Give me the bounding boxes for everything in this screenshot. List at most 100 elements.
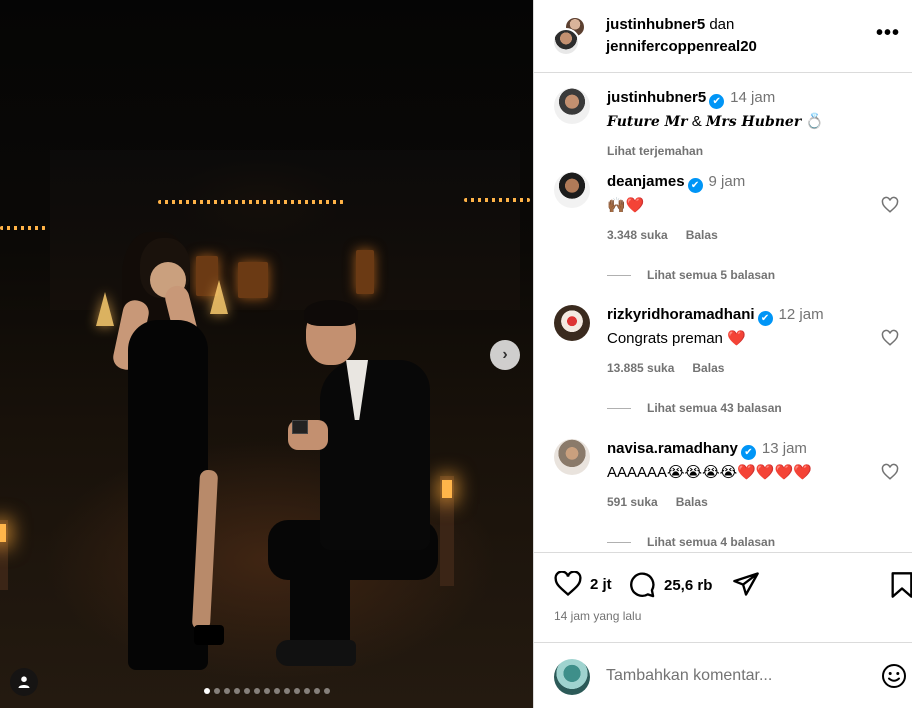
comment-meta: 13.885 suka Balas bbox=[607, 361, 724, 375]
lit-window bbox=[238, 262, 268, 298]
carousel-dot bbox=[263, 688, 270, 694]
post-actions: 2 jt 25,6 rb 14 jam yang lalu bbox=[534, 552, 912, 642]
man-shoe bbox=[276, 640, 356, 666]
string-lights bbox=[0, 226, 46, 230]
comment-text: 🙌🏾❤️ bbox=[607, 197, 645, 214]
carousel-dot bbox=[213, 688, 220, 694]
share-action bbox=[732, 571, 760, 597]
carousel-indicator bbox=[0, 688, 533, 694]
comment-meta: 3.348 suka Balas bbox=[607, 228, 718, 242]
caption-time[interactable]: 14 jam bbox=[730, 89, 775, 106]
view-replies-link[interactable]: Lihat semua 43 balasan bbox=[607, 401, 782, 415]
bookmark-icon[interactable] bbox=[890, 571, 912, 599]
reply-button[interactable]: Balas bbox=[676, 495, 708, 509]
comment-icon[interactable] bbox=[628, 571, 656, 599]
ring-emoji: 💍 bbox=[805, 113, 825, 130]
collab-avatars[interactable] bbox=[552, 16, 586, 56]
verified-badge-icon: ✔ bbox=[709, 94, 725, 109]
comment-item: rizkyridhoramadhani ✔ 12 jam Congrats prem… bbox=[554, 305, 899, 425]
comment-time[interactable]: 9 jam bbox=[709, 173, 746, 190]
lit-window bbox=[356, 250, 374, 294]
post-photo[interactable]: › bbox=[0, 0, 533, 708]
collab-usernames: justinhubner5 dan jennifercoppenreal20 bbox=[606, 14, 757, 58]
post-details-panel: justinhubner5 dan jennifercoppenreal20 •… bbox=[533, 0, 912, 708]
likes-count[interactable]: 2 jt bbox=[590, 576, 612, 593]
lit-tree bbox=[210, 280, 228, 314]
view-replies-link[interactable]: Lihat semua 4 balasan bbox=[607, 535, 775, 549]
save-action bbox=[890, 571, 912, 599]
like-action: 2 jt bbox=[554, 571, 612, 597]
header-username-1[interactable]: justinhubner5 bbox=[606, 16, 705, 33]
carousel-dot bbox=[283, 688, 290, 694]
comment-username[interactable]: navisa.ramadhany bbox=[607, 440, 738, 457]
comments-list: justinhubner5 ✔ 14 jam Future Mr & Mrs Hub… bbox=[534, 74, 912, 552]
avatar bbox=[552, 28, 580, 56]
comment-username[interactable]: deanjames bbox=[607, 173, 685, 190]
share-icon[interactable] bbox=[732, 571, 760, 597]
caption-text: Future Mr & Mrs Hubner 💍 bbox=[607, 113, 825, 130]
comment-username[interactable]: rizkyridhoramadhani bbox=[607, 306, 755, 323]
carousel-dot bbox=[253, 688, 260, 694]
like-comment-heart-icon[interactable] bbox=[881, 463, 899, 481]
garden-lamp bbox=[440, 476, 454, 586]
background-building bbox=[50, 150, 520, 310]
carousel-dot bbox=[243, 688, 250, 694]
translate-link[interactable]: Lihat terjemahan bbox=[607, 144, 703, 158]
man-leg bbox=[290, 560, 350, 650]
comment-text: Congrats preman ❤️ bbox=[607, 330, 746, 347]
header-connector: dan bbox=[709, 16, 735, 33]
comment-likes[interactable]: 13.885 suka bbox=[607, 361, 674, 375]
avatar[interactable] bbox=[554, 305, 590, 341]
carousel-dot bbox=[233, 688, 240, 694]
verified-badge-icon: ✔ bbox=[757, 311, 773, 326]
like-comment-heart-icon[interactable] bbox=[881, 196, 899, 214]
caption-username[interactable]: justinhubner5 bbox=[607, 89, 706, 106]
ring-box bbox=[292, 420, 308, 434]
avatar bbox=[554, 659, 590, 695]
carousel-dot bbox=[293, 688, 300, 694]
carousel-dot bbox=[203, 688, 210, 694]
like-comment-heart-icon[interactable] bbox=[881, 329, 899, 347]
comment-item: deanjames ✔ 9 jam 🙌🏾❤️ 3.348 suka Balas Lih… bbox=[554, 172, 899, 292]
garden-lamp bbox=[0, 520, 8, 590]
chevron-right-icon: › bbox=[502, 346, 508, 363]
comment-time[interactable]: 13 jam bbox=[762, 440, 807, 457]
carousel-dot bbox=[273, 688, 280, 694]
comments-count[interactable]: 25,6 rb bbox=[664, 577, 712, 594]
man-hair bbox=[304, 300, 358, 326]
comment-time[interactable]: 12 jam bbox=[779, 306, 824, 323]
user-tag-icon bbox=[18, 676, 30, 688]
avatar[interactable] bbox=[554, 439, 590, 475]
avatar[interactable] bbox=[554, 88, 590, 124]
reply-button[interactable]: Balas bbox=[692, 361, 724, 375]
header-username-2[interactable]: jennifercoppenreal20 bbox=[606, 36, 757, 58]
comment-action: 25,6 rb bbox=[628, 571, 712, 599]
post-caption: justinhubner5 ✔ 14 jam Future Mr & Mrs Hub… bbox=[554, 88, 899, 168]
emoji-icon[interactable] bbox=[881, 663, 907, 689]
post-header: justinhubner5 dan jennifercoppenreal20 •… bbox=[534, 0, 912, 73]
comment-likes[interactable]: 3.348 suka bbox=[607, 228, 668, 242]
posted-time[interactable]: 14 jam yang lalu bbox=[554, 609, 641, 623]
reply-button[interactable]: Balas bbox=[686, 228, 718, 242]
woman-shoe bbox=[194, 625, 224, 645]
lit-tree bbox=[96, 292, 114, 326]
comment-input[interactable] bbox=[606, 667, 856, 685]
carousel-dot bbox=[223, 688, 230, 694]
comment-item: navisa.ramadhany ✔ 13 jam AAAAAA😭😭😭😭❤️❤️❤️… bbox=[554, 439, 899, 552]
carousel-dot bbox=[323, 688, 330, 694]
comment-likes[interactable]: 591 suka bbox=[607, 495, 658, 509]
avatar[interactable] bbox=[554, 172, 590, 208]
man-suit bbox=[320, 360, 430, 550]
view-replies-link[interactable]: Lihat semua 5 balasan bbox=[607, 268, 775, 282]
more-icon[interactable]: ••• bbox=[876, 22, 900, 45]
heart-icon[interactable] bbox=[554, 571, 582, 597]
carousel-next-button[interactable]: › bbox=[490, 340, 520, 370]
verified-badge-icon: ✔ bbox=[687, 178, 703, 193]
comment-text: AAAAAA😭😭😭😭❤️❤️❤️❤️ bbox=[607, 464, 812, 481]
carousel-dot bbox=[313, 688, 320, 694]
carousel-dot bbox=[303, 688, 310, 694]
comment-meta: 591 suka Balas bbox=[607, 495, 708, 509]
string-lights bbox=[158, 200, 344, 204]
verified-badge-icon: ✔ bbox=[740, 445, 756, 460]
add-comment-bar bbox=[534, 642, 912, 708]
